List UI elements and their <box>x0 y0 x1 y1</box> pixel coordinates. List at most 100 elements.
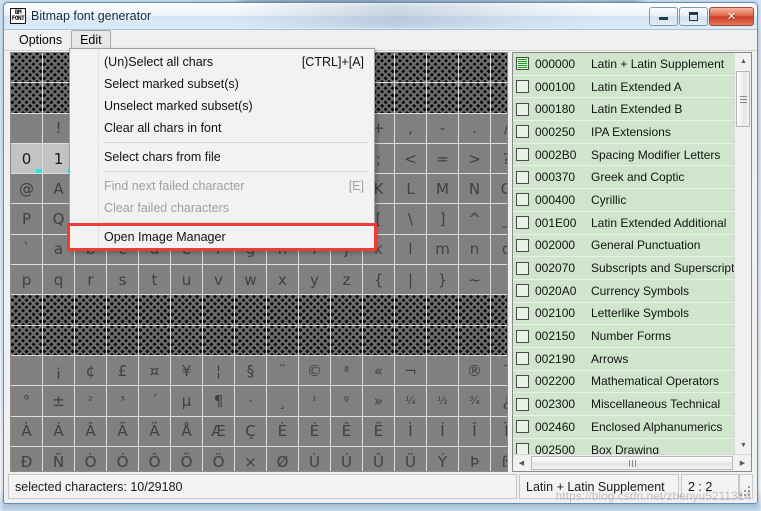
char-cell[interactable]: ¬ <box>395 355 426 386</box>
char-cell[interactable]: Ý <box>427 446 458 471</box>
char-cell[interactable]: ¨ <box>267 355 298 386</box>
char-cell[interactable]: @ <box>11 174 42 204</box>
char-cell[interactable] <box>459 295 490 325</box>
char-cell[interactable]: P <box>11 204 42 234</box>
char-cell[interactable]: © <box>299 355 330 386</box>
char-cell[interactable]: Ú <box>331 446 362 471</box>
char-cell[interactable]: Ê <box>331 416 362 446</box>
char-cell[interactable]: L <box>395 174 426 204</box>
char-cell[interactable]: § <box>235 355 266 386</box>
char-cell[interactable]: ß <box>491 446 507 471</box>
char-cell[interactable]: ~ <box>459 265 490 295</box>
char-cell[interactable]: Ó <box>107 446 138 471</box>
char-cell[interactable]: _ <box>491 204 507 234</box>
char-cell[interactable]: Í <box>427 416 458 446</box>
char-cell[interactable]: u <box>171 265 202 295</box>
char-cell[interactable] <box>427 53 458 83</box>
char-cell[interactable] <box>75 325 106 355</box>
char-cell[interactable] <box>363 325 394 355</box>
char-cell[interactable] <box>171 295 202 325</box>
char-cell[interactable] <box>11 83 42 113</box>
char-cell[interactable]: ³ <box>107 386 138 416</box>
char-cell[interactable]: Ù <box>299 446 330 471</box>
subset-checkbox[interactable] <box>516 329 529 343</box>
char-cell[interactable]: / <box>491 113 507 143</box>
char-cell[interactable] <box>395 53 426 83</box>
char-cell[interactable] <box>299 325 330 355</box>
subset-checkbox[interactable] <box>516 238 529 252</box>
char-cell[interactable] <box>299 295 330 325</box>
char-cell[interactable] <box>395 295 426 325</box>
subset-row[interactable]: 000400 Cyrillic <box>513 189 734 212</box>
char-cell[interactable]: ¥ <box>171 355 202 386</box>
char-cell[interactable] <box>203 325 234 355</box>
char-cell[interactable]: l <box>395 234 426 265</box>
subset-row[interactable]: 002300 Miscellaneous Technical <box>513 393 734 416</box>
char-cell[interactable]: O <box>491 174 507 204</box>
char-cell[interactable]: Û <box>363 446 394 471</box>
char-cell[interactable]: ^ <box>459 204 490 234</box>
char-cell[interactable]: Õ <box>171 446 202 471</box>
subset-row[interactable]: 0002B0 Spacing Modifier Letters <box>513 143 734 167</box>
char-cell[interactable]: ¼ <box>395 386 426 416</box>
subset-horizontal-scrollbar[interactable]: ◀ ▶ <box>513 454 751 471</box>
subset-checkbox[interactable] <box>516 284 529 298</box>
unicode-subset-list[interactable]: 000000 Latin + Latin Supplement 000100 Lati… <box>513 53 734 454</box>
char-cell[interactable]: , <box>395 113 426 143</box>
char-cell[interactable]: ¦ <box>203 355 234 386</box>
char-cell[interactable]: £ <box>107 355 138 386</box>
maximize-button[interactable] <box>679 6 708 26</box>
char-cell[interactable]: ½ <box>427 386 458 416</box>
char-cell[interactable] <box>491 265 507 295</box>
char-cell[interactable]: \ <box>395 204 426 234</box>
char-cell[interactable]: < <box>395 143 426 174</box>
char-cell[interactable] <box>459 83 490 113</box>
subset-vertical-scrollbar[interactable]: ▲ ▼ <box>734 53 751 454</box>
menu-item-open-image-manager[interactable]: Open Image Manager <box>67 223 377 251</box>
vertical-scroll-thumb[interactable] <box>736 71 750 127</box>
char-cell[interactable]: Ò <box>75 446 106 471</box>
char-cell[interactable]: Ã <box>107 416 138 446</box>
char-cell[interactable]: r <box>75 265 106 295</box>
char-cell[interactable]: m <box>427 234 458 265</box>
char-cell[interactable] <box>235 325 266 355</box>
char-cell[interactable]: Á <box>43 416 74 446</box>
menu-item-un-select-all-chars[interactable]: (Un)Select all chars [CTRL]+[A] <box>70 51 374 73</box>
char-cell[interactable] <box>43 295 74 325</box>
scroll-down-arrow-icon[interactable]: ▼ <box>735 437 751 454</box>
char-cell[interactable]: 0 <box>11 143 42 174</box>
char-cell[interactable] <box>395 325 426 355</box>
char-cell[interactable]: w <box>235 265 266 295</box>
char-cell[interactable] <box>139 325 170 355</box>
char-cell[interactable]: Ü <box>395 446 426 471</box>
char-cell[interactable]: ª <box>331 355 362 386</box>
char-cell[interactable]: ² <box>75 386 106 416</box>
char-cell[interactable]: Ô <box>139 446 170 471</box>
char-cell[interactable]: q <box>43 265 74 295</box>
char-cell[interactable]: v <box>203 265 234 295</box>
horizontal-scroll-thumb[interactable] <box>531 456 733 470</box>
char-cell[interactable]: » <box>363 386 394 416</box>
menu-item-select-chars-from-file[interactable]: Select chars from file <box>70 146 374 168</box>
char-cell[interactable]: ¤ <box>139 355 170 386</box>
char-cell[interactable]: È <box>267 416 298 446</box>
char-cell[interactable]: · <box>235 386 266 416</box>
char-cell[interactable]: Ç <box>235 416 266 446</box>
char-cell[interactable]: N <box>459 174 490 204</box>
subset-checkbox[interactable] <box>516 216 529 230</box>
subset-row[interactable]: 000000 Latin + Latin Supplement <box>513 53 734 76</box>
char-cell[interactable] <box>491 295 507 325</box>
subset-row[interactable]: 000250 IPA Extensions <box>513 121 734 144</box>
close-button[interactable]: ✕ <box>709 6 754 26</box>
char-cell[interactable]: y <box>299 265 330 295</box>
char-cell[interactable]: ] <box>427 204 458 234</box>
subset-checkbox[interactable] <box>516 148 529 162</box>
subset-row[interactable]: 002000 General Punctuation <box>513 234 734 258</box>
subset-row[interactable]: 002190 Arrows <box>513 347 734 371</box>
char-cell[interactable] <box>139 295 170 325</box>
char-cell[interactable] <box>267 295 298 325</box>
char-cell[interactable]: Î <box>459 416 490 446</box>
char-cell[interactable]: ¾ <box>459 386 490 416</box>
char-cell[interactable]: Þ <box>459 446 490 471</box>
char-cell[interactable]: M <box>427 174 458 204</box>
